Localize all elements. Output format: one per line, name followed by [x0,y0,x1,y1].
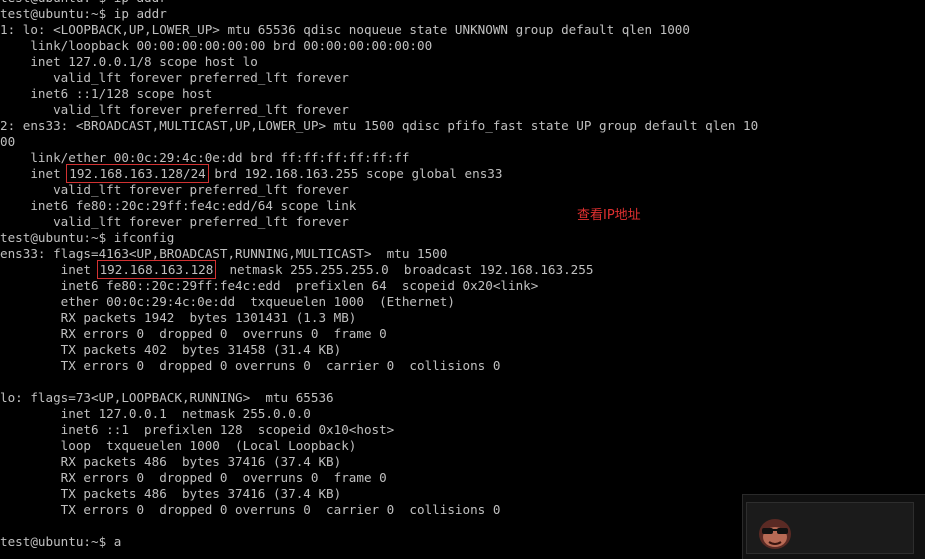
terminal-text: link/ether 00:0c:29:4c:0e:dd brd ff:ff:f… [0,150,410,165]
cartoon-face-icon [759,519,791,549]
terminal-line: inet6 ::1 prefixlen 128 scopeid 0x10<hos… [0,422,758,438]
terminal-window[interactable]: test@ubuntu:~$ ip addrtest@ubuntu:~$ ip … [0,0,925,559]
highlighted-ip-address: 192.168.163.128 [96,260,217,279]
terminal-text: inet [0,262,99,277]
terminal-line: link/ether 00:0c:29:4c:0e:dd brd ff:ff:f… [0,150,758,166]
terminal-line: inet 127.0.0.1 netmask 255.0.0.0 [0,406,758,422]
terminal-line: link/loopback 00:00:00:00:00:00 brd 00:0… [0,38,758,54]
terminal-text: inet6 ::1/128 scope host [0,86,213,101]
terminal-line: inet6 fe80::20c:29ff:fe4c:edd prefixlen … [0,278,758,294]
terminal-text: test@ubuntu:~$ a [0,534,122,549]
terminal-text: RX packets 1942 bytes 1301431 (1.3 MB) [0,310,357,325]
terminal-line: ens33: flags=4163<UP,BROADCAST,RUNNING,M… [0,246,758,262]
terminal-text: RX errors 0 dropped 0 overruns 0 frame 0 [0,326,387,341]
terminal-line: inet 192.168.163.128/24 brd 192.168.163.… [0,164,758,183]
terminal-line: loop txqueuelen 1000 (Local Loopback) [0,438,758,454]
terminal-line: inet 192.168.163.128 netmask 255.255.255… [0,260,758,279]
terminal-text: valid_lft forever preferred_lft forever [0,70,349,85]
terminal-line: valid_lft forever preferred_lft forever [0,102,758,118]
highlighted-ip-address: 192.168.163.128/24 [66,164,209,183]
terminal-line: RX errors 0 dropped 0 overruns 0 frame 0 [0,326,758,342]
terminal-text: TX packets 402 bytes 31458 (31.4 KB) [0,342,342,357]
terminal-text: valid_lft forever preferred_lft forever [0,102,349,117]
terminal-text: loop txqueuelen 1000 (Local Loopback) [0,438,357,453]
terminal-line: inet6 ::1/128 scope host [0,86,758,102]
terminal-text: 1: lo: <LOOPBACK,UP,LOWER_UP> mtu 65536 … [0,22,690,37]
terminal-line: lo: flags=73<UP,LOOPBACK,RUNNING> mtu 65… [0,390,758,406]
terminal-line: valid_lft forever preferred_lft forever [0,70,758,86]
terminal-text: brd 192.168.163.255 scope global ens33 [206,166,503,181]
terminal-line: TX packets 402 bytes 31458 (31.4 KB) [0,342,758,358]
terminal-text: ens33: flags=4163<UP,BROADCAST,RUNNING,M… [0,246,448,261]
terminal-line: RX packets 1942 bytes 1301431 (1.3 MB) [0,310,758,326]
terminal-text: test@ubuntu:~$ ip addr [0,0,167,5]
terminal-text: 00 [0,134,16,149]
terminal-line: valid_lft forever preferred_lft forever [0,182,758,198]
terminal-text: link/loopback 00:00:00:00:00:00 brd 00:0… [0,38,433,53]
terminal-line: RX packets 486 bytes 37416 (37.4 KB) [0,454,758,470]
terminal-line: 00 [0,134,758,150]
terminal-line: TX packets 486 bytes 37416 (37.4 KB) [0,486,758,502]
watermark-panel [746,502,914,554]
terminal-text: inet 127.0.0.1/8 scope host lo [0,54,258,69]
terminal-text: TX errors 0 dropped 0 overruns 0 carrier… [0,502,501,517]
watermark [742,494,925,559]
terminal-text: valid_lft forever preferred_lft forever [0,182,349,197]
terminal-text: RX errors 0 dropped 0 overruns 0 frame 0 [0,470,387,485]
terminal-text: TX errors 0 dropped 0 overruns 0 carrier… [0,358,501,373]
terminal-line: ether 00:0c:29:4c:0e:dd txqueuelen 1000 … [0,294,758,310]
terminal-line: inet 127.0.0.1/8 scope host lo [0,54,758,70]
terminal-text: test@ubuntu:~$ ip addr [0,6,167,21]
terminal-line: 1: lo: <LOOPBACK,UP,LOWER_UP> mtu 65536 … [0,22,758,38]
terminal-text: inet 127.0.0.1 netmask 255.0.0.0 [0,406,311,421]
terminal-text: ether 00:0c:29:4c:0e:dd txqueuelen 1000 … [0,294,455,309]
terminal-text: 2: ens33: <BROADCAST,MULTICAST,UP,LOWER_… [0,118,759,133]
terminal-line: TX errors 0 dropped 0 overruns 0 carrier… [0,502,758,518]
terminal-text: netmask 255.255.255.0 broadcast 192.168.… [214,262,594,277]
terminal-line: 2: ens33: <BROADCAST,MULTICAST,UP,LOWER_… [0,118,758,134]
terminal-text: inet6 fe80::20c:29ff:fe4c:edd prefixlen … [0,278,539,293]
terminal-output: test@ubuntu:~$ ip addrtest@ubuntu:~$ ip … [0,0,758,550]
terminal-line: test@ubuntu:~$ ifconfig [0,230,758,246]
terminal-line: TX errors 0 dropped 0 overruns 0 carrier… [0,358,758,374]
terminal-line: test@ubuntu:~$ ip addr [0,6,758,22]
terminal-text: TX packets 486 bytes 37416 (37.4 KB) [0,486,342,501]
annotation-label: 查看IP地址 [577,208,641,223]
terminal-text: inet [0,166,69,181]
terminal-line: valid_lft forever preferred_lft forever [0,214,758,230]
terminal-text: inet6 fe80::20c:29ff:fe4c:edd/64 scope l… [0,198,357,213]
terminal-text: inet6 ::1 prefixlen 128 scopeid 0x10<hos… [0,422,395,437]
terminal-text: test@ubuntu:~$ ifconfig [0,230,175,245]
terminal-text: valid_lft forever preferred_lft forever [0,214,349,229]
terminal-text: lo: flags=73<UP,LOOPBACK,RUNNING> mtu 65… [0,390,334,405]
terminal-line: inet6 fe80::20c:29ff:fe4c:edd/64 scope l… [0,198,758,214]
terminal-line: RX errors 0 dropped 0 overruns 0 frame 0 [0,470,758,486]
terminal-line: test@ubuntu:~$ a [0,534,758,550]
terminal-text: RX packets 486 bytes 37416 (37.4 KB) [0,454,342,469]
